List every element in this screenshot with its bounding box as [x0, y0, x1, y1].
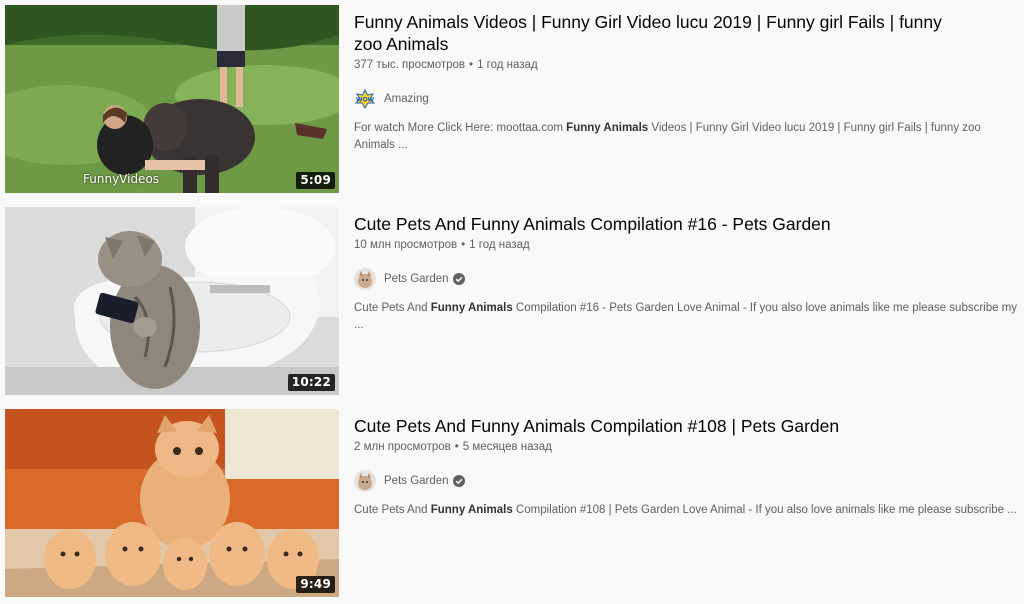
video-result-1[interactable]: FunnyVideos 5:09 Funny Animals Videos | …: [0, 5, 1024, 195]
cat-on-toilet-thumbnail: [5, 207, 339, 395]
channel-name[interactable]: Pets Garden: [384, 475, 449, 487]
description-text: Cute Pets And: [354, 302, 431, 314]
description-text: Compilation #108 | Pets Garden Love Anim…: [512, 504, 1017, 516]
description-text: Cute Pets And: [354, 504, 431, 516]
video-thumbnail[interactable]: 9:49: [5, 409, 339, 597]
video-description: Cute Pets And Funny Animals Compilation …: [354, 300, 1020, 334]
channel-name[interactable]: Amazing: [384, 93, 429, 105]
channel-name[interactable]: Pets Garden: [384, 273, 449, 285]
verified-badge-icon: [452, 273, 465, 285]
cat-and-kittens-thumbnail: [5, 409, 339, 597]
view-count: 2 млн просмотров: [354, 441, 451, 453]
video-title[interactable]: Cute Pets And Funny Animals Compilation …: [354, 213, 974, 235]
wow-logo-icon: WOW: [354, 88, 376, 110]
video-result-2[interactable]: 10:22 Cute Pets And Funny Animals Compil…: [0, 207, 1024, 397]
video-description: For watch More Click Here: moottaa.com F…: [354, 120, 1020, 154]
channel-watermark: FunnyVideos: [83, 172, 160, 186]
separator-dot: •: [469, 59, 474, 71]
video-stats: 10 млн просмотров • 1 год назад: [354, 238, 1020, 252]
video-meta: Cute Pets And Funny Animals Compilation …: [354, 409, 1020, 519]
separator-dot: •: [454, 441, 459, 453]
video-duration: 10:22: [287, 374, 335, 391]
description-keyword: Funny Animals: [430, 302, 513, 314]
view-count: 10 млн просмотров: [354, 239, 458, 251]
video-description: Cute Pets And Funny Animals Compilation …: [354, 502, 1020, 519]
separator-dot: •: [461, 239, 466, 251]
video-meta: Funny Animals Videos | Funny Girl Video …: [354, 5, 1020, 154]
description-keyword: Funny Animals: [430, 504, 513, 516]
upload-age: 5 месяцев назад: [462, 441, 552, 453]
verified-badge-icon: [452, 475, 465, 487]
video-result-3[interactable]: 9:49 Cute Pets And Funny Animals Compila…: [0, 409, 1024, 599]
channel-row[interactable]: Pets Garden: [354, 268, 1020, 290]
video-thumbnail[interactable]: FunnyVideos 5:09: [5, 5, 339, 193]
view-count: 377 тыс. просмотров: [354, 59, 466, 71]
channel-avatar[interactable]: WOW: [354, 88, 376, 110]
upload-age: 1 год назад: [469, 239, 530, 251]
channel-avatar[interactable]: [354, 268, 376, 290]
video-meta: Cute Pets And Funny Animals Compilation …: [354, 207, 1020, 334]
video-duration: 5:09: [296, 172, 335, 189]
video-title[interactable]: Funny Animals Videos | Funny Girl Video …: [354, 11, 974, 55]
video-stats: 2 млн просмотров • 5 месяцев назад: [354, 440, 1020, 454]
search-results-list: FunnyVideos 5:09 Funny Animals Videos | …: [0, 0, 1024, 604]
channel-avatar[interactable]: [354, 470, 376, 492]
girl-elephant-thumbnail: [5, 5, 339, 193]
channel-row[interactable]: WOW Amazing: [354, 88, 1020, 110]
video-thumbnail[interactable]: 10:22: [5, 207, 339, 395]
cat-avatar-icon: [354, 470, 376, 492]
svg-text:WOW: WOW: [356, 97, 375, 104]
video-title[interactable]: Cute Pets And Funny Animals Compilation …: [354, 415, 974, 437]
video-duration: 9:49: [296, 576, 335, 593]
video-stats: 377 тыс. просмотров • 1 год назад: [354, 58, 1020, 72]
channel-row[interactable]: Pets Garden: [354, 470, 1020, 492]
description-text: For watch More Click Here: moottaa.com: [354, 122, 567, 134]
cat-avatar-icon: [354, 268, 376, 290]
upload-age: 1 год назад: [477, 59, 538, 71]
description-keyword: Funny Animals: [566, 122, 649, 134]
